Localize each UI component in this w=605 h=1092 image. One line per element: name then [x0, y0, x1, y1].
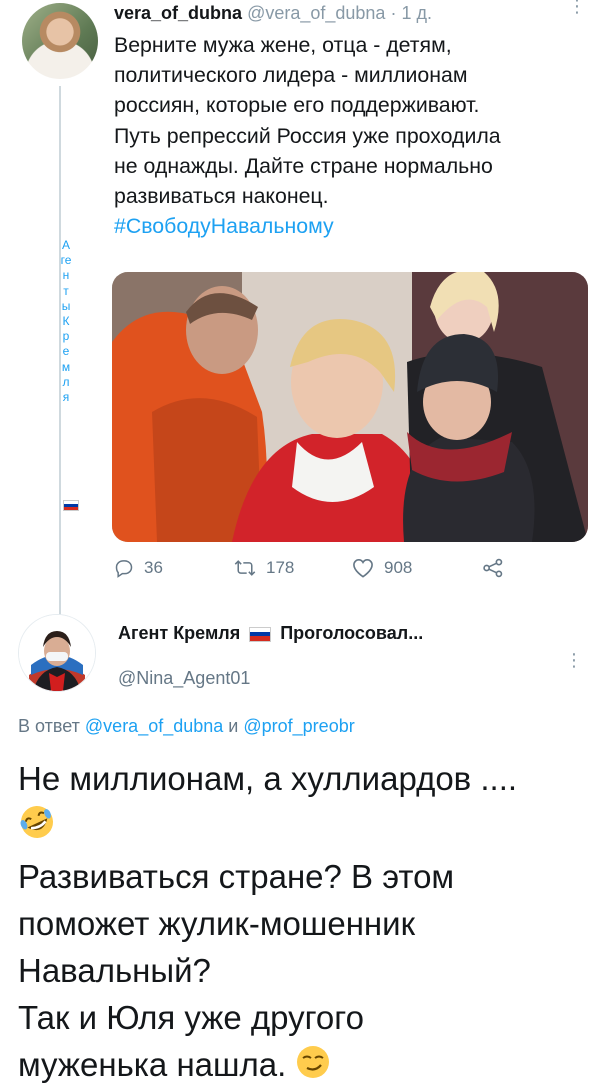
tweet-line: развиваться наконец.	[114, 184, 329, 209]
more-icon[interactable]: ⋮	[565, 650, 583, 671]
retweet-icon	[234, 558, 256, 578]
russia-flag-icon	[63, 500, 79, 511]
share-icon	[482, 558, 504, 578]
reply-author-avatar[interactable]	[18, 614, 96, 692]
share-button[interactable]	[482, 558, 504, 578]
hashtag-link[interactable]: #СвободуНавальному	[114, 211, 584, 241]
tweet-line: политического лидера - миллионам	[114, 63, 468, 88]
reply-author-handle[interactable]: @Nina_Agent01	[118, 668, 250, 689]
reply-line: муженька нашла.	[18, 1046, 287, 1084]
author-name[interactable]: vera_of_dubna	[114, 3, 242, 23]
mention-link[interactable]: @prof_preobr	[243, 716, 354, 736]
reply-author-name-suffix: Проголосовал...	[280, 623, 424, 643]
russia-flag-icon	[249, 626, 272, 642]
tweet-line: Путь репрессий Россия уже проходила	[114, 123, 501, 148]
family-photo-illustration	[112, 272, 588, 542]
reply-line: Не миллионам, а хуллиардов ....	[18, 760, 518, 797]
replying-prefix: В ответ	[18, 716, 80, 736]
mention-link[interactable]: @vera_of_dubna	[85, 716, 223, 736]
tweet-line: россиян, которые его поддерживают.	[114, 93, 480, 118]
reply-line: поможет жулик-мошенник	[18, 905, 416, 943]
reply-text: Не миллионам, а хуллиардов .... Развиват…	[18, 755, 588, 1092]
separator-dot: ·	[390, 3, 397, 23]
replying-to: В ответ @vera_of_dubna и @prof_preobr	[18, 716, 355, 737]
replying-conjunction: и	[228, 716, 239, 736]
more-icon[interactable]: ⋮	[568, 0, 586, 15]
tweet-header: vera_of_dubna @vera_of_dubna · 1 д.	[114, 1, 432, 25]
like-count: 908	[384, 558, 413, 577]
heart-icon	[352, 558, 374, 578]
vertical-sticker-text: Агенты Кремля	[60, 238, 72, 405]
reply-count: 36	[144, 558, 163, 577]
reply-button[interactable]: 36	[114, 558, 163, 578]
retweet-count: 178	[266, 558, 295, 577]
author-avatar[interactable]	[22, 3, 98, 79]
tweet-line: не однажды. Дайте стране нормально	[114, 153, 493, 178]
tweet-photo[interactable]	[112, 272, 588, 542]
reply-author-name-row[interactable]: Агент Кремля Проголосовал...	[118, 623, 423, 644]
retweet-button[interactable]: 178	[234, 558, 294, 578]
like-button[interactable]: 908	[352, 558, 412, 578]
reply-last-line: муженька нашла.	[18, 1041, 588, 1091]
tweet-line: Верните мужа жене, отца - детям,	[114, 33, 452, 57]
reply-emoji-line	[18, 802, 588, 853]
reply-line: Развиваться стране? В этом	[18, 858, 455, 896]
reply-author-name: Агент Кремля	[118, 623, 241, 643]
rofl-emoji	[18, 803, 56, 853]
author-handle[interactable]: @vera_of_dubna	[247, 3, 385, 23]
reply-line: Навальный?	[18, 952, 211, 990]
tweet-time[interactable]: 1 д.	[401, 3, 432, 23]
tweet-text: Верните мужа жене, отца - детям, политич…	[114, 30, 584, 241]
reply-line: Так и Юля уже другого	[18, 999, 364, 1037]
reply-icon	[114, 558, 134, 578]
tweet-actions: 36 178 908	[114, 558, 534, 586]
smirk-emoji	[295, 1044, 331, 1092]
